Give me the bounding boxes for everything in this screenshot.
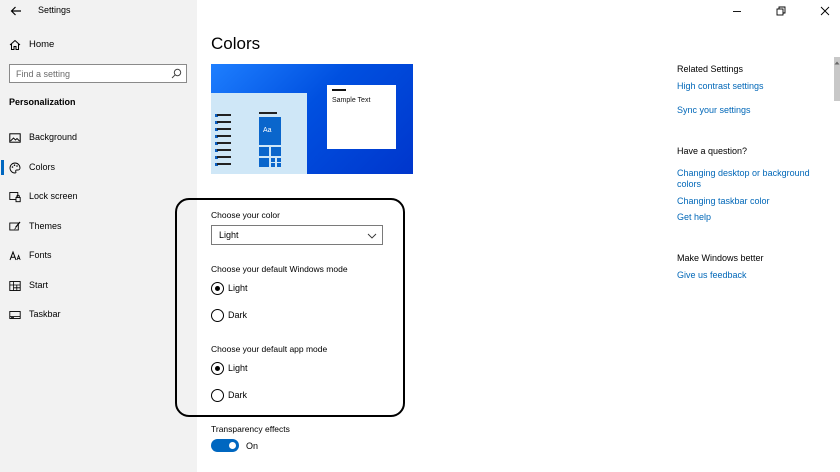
give-feedback-link[interactable]: Give us feedback bbox=[677, 270, 817, 281]
sidebar-item-themes[interactable]: Themes bbox=[0, 216, 197, 238]
home-icon bbox=[9, 39, 21, 50]
make-windows-better-heading: Make Windows better bbox=[677, 253, 764, 263]
selection-indicator bbox=[1, 160, 4, 175]
window-controls bbox=[720, 0, 840, 22]
search-box[interactable] bbox=[9, 64, 187, 83]
sidebar-item-colors[interactable]: Colors bbox=[0, 157, 197, 179]
app-mode-light-radio[interactable]: Light bbox=[211, 362, 341, 376]
radio-selected-dot bbox=[214, 365, 220, 371]
app-mode-label: Choose your default app mode bbox=[211, 344, 328, 354]
start-grid-icon bbox=[9, 281, 21, 291]
dropdown-value: Light bbox=[219, 230, 239, 240]
preview-sample-text: Sample Text bbox=[332, 97, 371, 104]
sidebar-item-label: Taskbar bbox=[29, 309, 61, 319]
restore-icon[interactable] bbox=[774, 4, 788, 18]
sidebar-item-fonts[interactable]: Fonts bbox=[0, 245, 197, 267]
search-icon[interactable] bbox=[171, 68, 182, 79]
search-input[interactable] bbox=[16, 67, 166, 80]
transparency-state: On bbox=[246, 441, 259, 451]
windows-mode-label: Choose your default Windows mode bbox=[211, 264, 348, 274]
palette-icon bbox=[9, 162, 21, 174]
sidebar-item-label: Start bbox=[29, 280, 49, 290]
preview-tile-text: Aa bbox=[263, 127, 272, 134]
color-mode-dropdown[interactable]: Light bbox=[211, 225, 383, 245]
theme-preview: Aa Sample Text bbox=[211, 64, 413, 174]
title-bar: Settings bbox=[0, 0, 197, 22]
high-contrast-link[interactable]: High contrast settings bbox=[677, 81, 817, 92]
close-icon[interactable] bbox=[818, 4, 832, 18]
sidebar-item-label: Themes bbox=[29, 221, 62, 231]
sidebar-item-lock-screen[interactable]: Lock screen bbox=[0, 186, 197, 208]
windows-mode-light-radio[interactable]: Light bbox=[211, 282, 341, 296]
home-label: Home bbox=[29, 39, 55, 50]
sidebar-item-background[interactable]: Background bbox=[0, 127, 197, 149]
image-icon bbox=[9, 133, 21, 143]
app-title: Settings bbox=[38, 5, 71, 15]
sidebar-item-label: Colors bbox=[29, 162, 56, 172]
sidebar: Settings Home Personalization Background bbox=[0, 0, 197, 472]
changing-background-colors-link[interactable]: Changing desktop or background colors bbox=[677, 168, 817, 190]
page-title: Colors bbox=[211, 34, 261, 53]
taskbar-icon bbox=[9, 311, 21, 319]
lock-screen-icon bbox=[9, 192, 21, 203]
sidebar-item-start[interactable]: Start bbox=[0, 275, 197, 297]
choose-color-label: Choose your color bbox=[211, 210, 280, 220]
radio-selected-dot bbox=[214, 285, 220, 291]
related-settings-heading: Related Settings bbox=[677, 64, 744, 74]
transparency-label: Transparency effects bbox=[211, 424, 290, 434]
minimize-icon[interactable] bbox=[730, 4, 744, 18]
app-mode-dark-radio[interactable]: Dark bbox=[211, 389, 341, 403]
preview-start-menu: Aa bbox=[211, 93, 307, 174]
chevron-down-icon bbox=[367, 233, 377, 239]
sidebar-item-label: Fonts bbox=[29, 250, 52, 260]
main-content: Colors Aa Sample Text Choose your color … bbox=[175, 0, 840, 472]
changing-taskbar-color-link[interactable]: Changing taskbar color bbox=[677, 196, 817, 207]
preview-tile: Aa bbox=[259, 117, 281, 145]
scroll-up-arrow-icon[interactable] bbox=[834, 60, 840, 66]
font-icon bbox=[9, 250, 21, 261]
section-label: Personalization bbox=[9, 97, 76, 107]
get-help-link[interactable]: Get help bbox=[677, 212, 817, 223]
question-heading: Have a question? bbox=[677, 146, 748, 156]
sidebar-item-taskbar[interactable]: Taskbar bbox=[0, 304, 197, 326]
windows-mode-dark-radio[interactable]: Dark bbox=[211, 309, 341, 323]
sidebar-item-label: Lock screen bbox=[29, 191, 78, 201]
preview-window: Sample Text bbox=[327, 85, 396, 149]
home-nav-item[interactable]: Home bbox=[0, 35, 197, 55]
transparency-toggle[interactable] bbox=[211, 439, 239, 452]
back-arrow-icon[interactable] bbox=[9, 4, 23, 18]
sidebar-item-label: Background bbox=[29, 132, 78, 142]
brush-icon bbox=[9, 221, 21, 231]
sync-settings-link[interactable]: Sync your settings bbox=[677, 105, 817, 116]
